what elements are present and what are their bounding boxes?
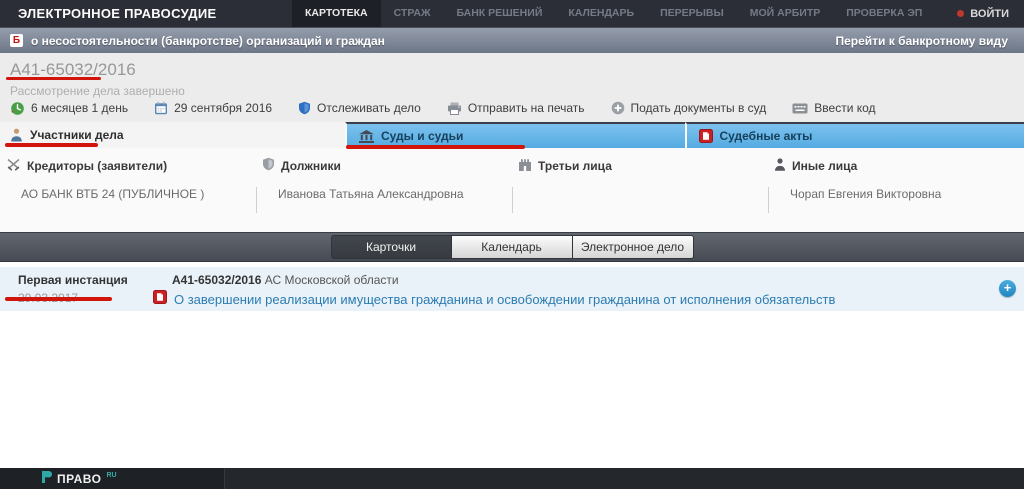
column-header-creditors: Кредиторы (заявители) — [0, 157, 256, 174]
pravo-logo-suffix: RU — [106, 472, 116, 479]
case-duration: 6 месяцев 1 день — [10, 101, 141, 116]
column-header-other-persons: Иные лица — [768, 157, 1024, 174]
printer-icon — [447, 102, 462, 115]
third-party-value — [512, 187, 768, 213]
track-case-label: Отслеживать дело — [317, 101, 421, 115]
castle-icon — [518, 158, 532, 174]
instance-court: АС Московской области — [265, 273, 399, 287]
other-person-value: Чорап Евгения Викторовна — [768, 187, 1024, 213]
bankruptcy-icon: Б — [10, 34, 23, 47]
plus-circle-icon — [611, 101, 625, 115]
instance-case-line: А41-65032/2016 АС Московской области — [172, 273, 835, 287]
pdf-icon — [699, 129, 713, 143]
document-line: О завершении реализации имущества гражда… — [153, 290, 835, 309]
tab-participants-label: Участники дела — [30, 128, 124, 142]
nav-item-bank-resheniy[interactable]: БАНК РЕШЕНИЙ — [443, 0, 555, 27]
login-status-icon — [957, 10, 964, 17]
view-tab-electronic-case[interactable]: Электронное дело — [573, 235, 694, 259]
column-header-creditors-label: Кредиторы (заявители) — [27, 159, 167, 173]
case-number: А41-65032/2016 — [10, 60, 1024, 80]
column-header-debtors: Должники — [256, 157, 512, 174]
nav-item-kartoteka[interactable]: КАРТОТЕКА — [292, 0, 381, 27]
enter-code-label: Ввести код — [814, 101, 875, 115]
annotation-underline-participants-tab — [5, 143, 98, 147]
expand-instance-button[interactable]: + — [999, 280, 1016, 297]
instance-row: Первая инстанция 29.03.2017 А41-65032/20… — [0, 267, 1024, 311]
document-link[interactable]: О завершении реализации имущества гражда… — [174, 292, 835, 307]
annotation-underline-case-number — [6, 77, 101, 80]
debtor-value: Иванова Татьяна Александровна — [256, 187, 512, 213]
print-label: Отправить на печать — [468, 101, 585, 115]
nav-item-pereryvy[interactable]: ПЕРЕРЫВЫ — [647, 0, 737, 27]
nav-item-strazh[interactable]: СТРАЖ — [381, 0, 444, 27]
tab-courts-judges-label: Суды и судьи — [381, 129, 463, 143]
court-building-icon — [359, 130, 374, 143]
nav-item-proverka-ep[interactable]: ПРОВЕРКА ЭП — [833, 0, 935, 27]
bankruptcy-view-link[interactable]: Перейти к банкротному виду — [835, 34, 1014, 48]
nav-item-moy-arbitr[interactable]: МОЙ АРБИТР — [737, 0, 833, 27]
case-header: А41-65032/2016 Рассмотрение дела заверше… — [0, 53, 1024, 94]
instance-name: Первая инстанция — [18, 273, 172, 287]
annotation-underline-date — [5, 297, 112, 301]
tab-judicial-acts[interactable]: Судебные акты — [685, 122, 1024, 148]
view-switcher-bar: Карточки Календарь Электронное дело — [0, 232, 1024, 262]
participants-value-row: АО БАНК ВТБ 24 (ПУБЛИЧНОЕ ) Иванова Тать… — [0, 187, 1024, 213]
annotation-underline-courts-tab — [346, 145, 525, 149]
view-tab-cards[interactable]: Карточки — [331, 235, 452, 259]
submit-documents-label: Подать документы в суд — [631, 101, 767, 115]
track-case-button[interactable]: Отслеживать дело — [285, 101, 434, 115]
main-menu: КАРТОТЕКА СТРАЖ БАНК РЕШЕНИЙ КАЛЕНДАРЬ П… — [292, 0, 935, 27]
nav-item-kalendar[interactable]: КАЛЕНДАРЬ — [555, 0, 647, 27]
person-dark-icon — [774, 158, 786, 174]
instance-case-number: А41-65032/2016 — [172, 273, 261, 287]
login-label: ВОЙТИ — [970, 8, 1009, 20]
column-header-other-persons-label: Иные лица — [792, 159, 857, 173]
person-icon — [10, 128, 23, 142]
instance-info: Первая инстанция 29.03.2017 — [0, 267, 172, 311]
calendar-icon — [154, 101, 168, 115]
footer: ПРАВО RU — [0, 468, 1024, 489]
participants-panel: Кредиторы (заявители) Должники Третьи ли… — [0, 148, 1024, 232]
electronic-justice-app: ЭЛЕКТРОННОЕ ПРАВОСУДИЕ КАРТОТЕКА СТРАЖ Б… — [0, 0, 1024, 489]
pravo-logo-text: ПРАВО — [57, 472, 101, 486]
pravo-ru-logo[interactable]: ПРАВО RU — [0, 468, 225, 489]
keyboard-icon — [792, 103, 808, 114]
print-button[interactable]: Отправить на печать — [434, 101, 598, 115]
column-header-third-parties: Третьи лица — [512, 157, 768, 174]
participants-header-row: Кредиторы (заявители) Должники Третьи ли… — [0, 148, 1024, 174]
app-title: ЭЛЕКТРОННОЕ ПРАВОСУДИЕ — [0, 0, 292, 27]
tab-judicial-acts-label: Судебные акты — [720, 129, 813, 143]
shield-gray-icon — [262, 157, 275, 174]
clock-icon — [10, 101, 25, 116]
top-nav: ЭЛЕКТРОННОЕ ПРАВОСУДИЕ КАРТОТЕКА СТРАЖ Б… — [0, 0, 1024, 27]
case-toolbar: 6 месяцев 1 день 29 сентября 2016 Отслеж… — [0, 94, 1024, 122]
crossed-swords-icon — [6, 158, 21, 174]
login-button[interactable]: ВОЙТИ — [942, 0, 1024, 27]
instance-case-info: А41-65032/2016 АС Московской области О з… — [172, 267, 835, 311]
case-type-title: о несостоятельности (банкротстве) органи… — [31, 34, 385, 48]
case-type-bar: Б о несостоятельности (банкротстве) орга… — [0, 27, 1024, 53]
creditor-value: АО БАНК ВТБ 24 (ПУБЛИЧНОЕ ) — [0, 187, 256, 213]
case-start-date-label: 29 сентября 2016 — [174, 101, 272, 115]
pravo-logo-icon — [42, 470, 52, 488]
case-duration-label: 6 месяцев 1 день — [31, 101, 128, 115]
column-header-third-parties-label: Третьи лица — [538, 159, 612, 173]
enter-code-button[interactable]: Ввести код — [779, 101, 888, 115]
view-tab-calendar[interactable]: Календарь — [452, 235, 573, 259]
case-start-date: 29 сентября 2016 — [141, 101, 285, 115]
submit-documents-button[interactable]: Подать документы в суд — [598, 101, 780, 115]
pdf-document-icon — [153, 290, 167, 309]
column-header-debtors-label: Должники — [281, 159, 341, 173]
shield-icon — [298, 101, 311, 115]
